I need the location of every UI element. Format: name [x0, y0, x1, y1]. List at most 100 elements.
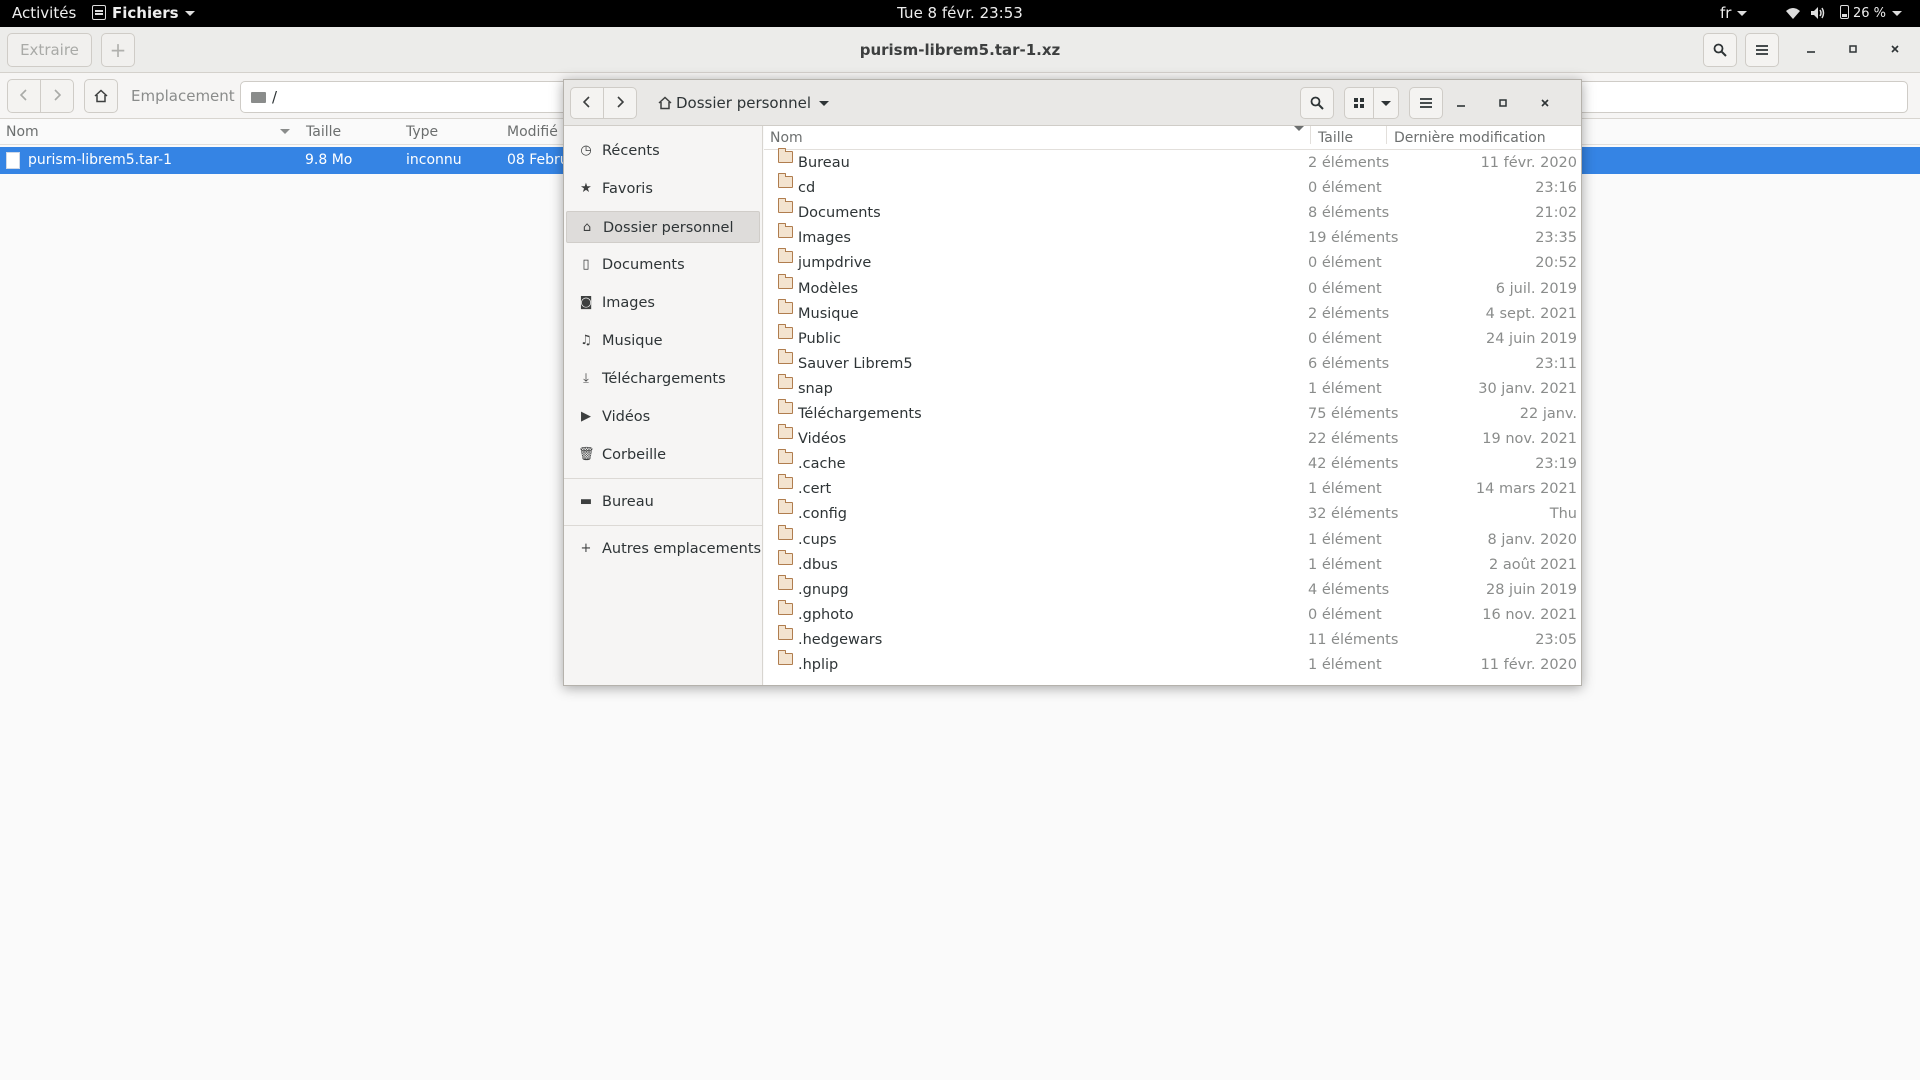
- column-name[interactable]: Nom: [770, 126, 803, 150]
- sidebar-item-downloads[interactable]: ⤓ Téléchargements: [566, 363, 760, 395]
- file-modified: 4 sept. 2021: [1485, 305, 1577, 322]
- file-name: Modèles: [798, 280, 859, 297]
- lang-label: fr: [1720, 4, 1732, 22]
- list-item[interactable]: cd 0 élément 23:16: [764, 173, 1581, 201]
- file-modified: 22 janv.: [1519, 406, 1577, 422]
- wifi-icon[interactable]: [1785, 0, 1801, 27]
- sidebar-item-label: Musique: [602, 333, 663, 349]
- column-modified[interactable]: Dernière modification: [1394, 126, 1546, 150]
- back-button[interactable]: [7, 79, 41, 113]
- sidebar-item-trash[interactable]: 🗑 Corbeille: [566, 439, 760, 471]
- search-button[interactable]: [1703, 33, 1737, 67]
- sidebar-item-desktop[interactable]: ▬ Bureau: [566, 486, 760, 518]
- list-item[interactable]: .cups 1 élément 8 janv. 2020: [764, 524, 1581, 553]
- list-item[interactable]: Images 19 éléments 23:35: [764, 223, 1581, 251]
- close-button[interactable]: [1534, 92, 1556, 114]
- column-size[interactable]: Taille: [306, 119, 341, 145]
- maximize-button[interactable]: [1492, 92, 1514, 114]
- forward-button[interactable]: [603, 87, 637, 119]
- list-item[interactable]: Sauver Librem5 6 éléments 23:11: [764, 348, 1581, 377]
- clock[interactable]: Tue 8 févr. 23:53: [0, 0, 1920, 27]
- list-item[interactable]: snap 1 élément 30 janv. 2021: [764, 373, 1581, 402]
- folder-icon: [251, 92, 266, 103]
- home-button[interactable]: [84, 79, 118, 113]
- download-icon: ⤓: [583, 371, 589, 386]
- list-item[interactable]: Téléchargements 75 éléments 22 janv.: [764, 399, 1581, 427]
- keyboard-layout-indicator[interactable]: fr: [1720, 0, 1748, 27]
- file-name: Musique: [798, 305, 859, 322]
- music-icon: ♫: [580, 333, 592, 348]
- list-item[interactable]: Vidéos 22 éléments 19 nov. 2021: [764, 424, 1581, 452]
- plus-icon: +: [580, 541, 592, 556]
- search-icon: [1310, 96, 1324, 110]
- file-name: .gnupg: [798, 581, 849, 598]
- chevron-left-icon: [19, 89, 27, 101]
- sidebar-item-documents[interactable]: ▯ Documents: [566, 249, 760, 281]
- list-item[interactable]: .gphoto 0 élément 16 nov. 2021: [764, 599, 1581, 628]
- list-item[interactable]: Musique 2 éléments 4 sept. 2021: [764, 298, 1581, 327]
- file-modified: 23:11: [1535, 355, 1577, 372]
- location-button[interactable]: Dossier personnel: [650, 87, 837, 119]
- folder-icon: [777, 323, 793, 339]
- file-name: Public: [798, 330, 841, 347]
- sort-arrow-icon: [1294, 126, 1304, 131]
- file-size: 1 élément: [1308, 657, 1382, 673]
- list-item[interactable]: .gnupg 4 éléments 28 juin 2019: [764, 574, 1581, 603]
- column-size[interactable]: Taille: [1318, 126, 1353, 150]
- file-modified: 6 juil. 2019: [1495, 280, 1577, 297]
- sidebar-item-music[interactable]: ♫ Musique: [566, 325, 760, 357]
- column-name[interactable]: Nom: [6, 119, 39, 145]
- volume-icon[interactable]: [1810, 0, 1826, 27]
- folder-icon: [777, 449, 793, 465]
- close-button[interactable]: [1884, 39, 1906, 61]
- list-item[interactable]: Bureau 2 éléments 11 févr. 2020: [764, 148, 1581, 176]
- list-item[interactable]: Public 0 élément 24 juin 2019: [764, 323, 1581, 352]
- column-type[interactable]: Type: [406, 119, 438, 145]
- grid-view-button[interactable]: [1344, 87, 1374, 119]
- row-modified: 08 Febru: [507, 152, 569, 168]
- archive-headerbar: Extraire + purism-librem5.tar-1.xz: [0, 27, 1920, 73]
- sidebar-item-home[interactable]: ⌂ Dossier personnel: [566, 211, 760, 243]
- location-label: Dossier personnel: [676, 94, 812, 112]
- column-modified[interactable]: Modifié: [507, 119, 558, 145]
- row-name: purism-librem5.tar-1: [28, 152, 172, 168]
- list-item[interactable]: .hplip 1 élément 11 févr. 2020: [764, 650, 1581, 678]
- list-item[interactable]: .config 32 éléments Thu: [764, 499, 1581, 527]
- search-button[interactable]: [1300, 87, 1334, 119]
- sidebar-item-videos[interactable]: ▶ Vidéos: [566, 401, 760, 433]
- list-item[interactable]: .dbus 1 élément 2 août 2021: [764, 549, 1581, 578]
- sidebar-item-favorites[interactable]: ★ Favoris: [566, 173, 760, 205]
- sidebar-item-recents[interactable]: ◷ Récents: [566, 135, 760, 167]
- sidebar-item-label: Documents: [602, 257, 685, 273]
- forward-button[interactable]: [40, 79, 74, 113]
- maximize-button[interactable]: [1842, 39, 1864, 61]
- hamburger-menu-button[interactable]: [1745, 33, 1779, 67]
- list-item[interactable]: Modèles 0 élément 6 juil. 2019: [764, 273, 1581, 302]
- file-chooser-dialog: Dossier personnel ◷ Récents ★ Favoris ⌂ Dos…: [563, 79, 1582, 686]
- view-options-button[interactable]: [1373, 87, 1399, 119]
- sidebar-item-other-locations[interactable]: + Autres emplacements: [566, 533, 762, 565]
- sidebar-item-images[interactable]: ◙ Images: [566, 287, 760, 319]
- file-modified: 11 févr. 2020: [1480, 155, 1577, 171]
- list-item[interactable]: jumpdrive 0 élément 20:52: [764, 248, 1581, 276]
- folder-icon: [777, 223, 793, 239]
- folder-icon: [777, 248, 793, 264]
- hamburger-menu-button[interactable]: [1409, 87, 1443, 119]
- list-item[interactable]: .cert 1 élément 14 mars 2021: [764, 474, 1581, 502]
- chevron-down-icon: [1892, 11, 1903, 16]
- minimize-button[interactable]: [1450, 92, 1472, 114]
- file-name: jumpdrive: [798, 255, 872, 272]
- column-divider: [1386, 126, 1387, 144]
- location-label: Emplacement :: [131, 87, 245, 105]
- file-name: Sauver Librem5: [798, 355, 913, 372]
- list-item[interactable]: .hedgewars 11 éléments 23:05: [764, 624, 1581, 653]
- minimize-button[interactable]: [1800, 39, 1822, 61]
- battery-indicator[interactable]: 26 %: [1840, 0, 1903, 27]
- chevron-down-icon: [819, 101, 830, 106]
- sort-arrow-icon: [280, 129, 290, 134]
- list-item[interactable]: .cache 42 éléments 23:19: [764, 449, 1581, 477]
- back-button[interactable]: [570, 87, 604, 119]
- file-size: 4 éléments: [1308, 581, 1390, 598]
- file-size: 0 élément: [1308, 255, 1382, 272]
- list-item[interactable]: Documents 8 éléments 21:02: [764, 198, 1581, 226]
